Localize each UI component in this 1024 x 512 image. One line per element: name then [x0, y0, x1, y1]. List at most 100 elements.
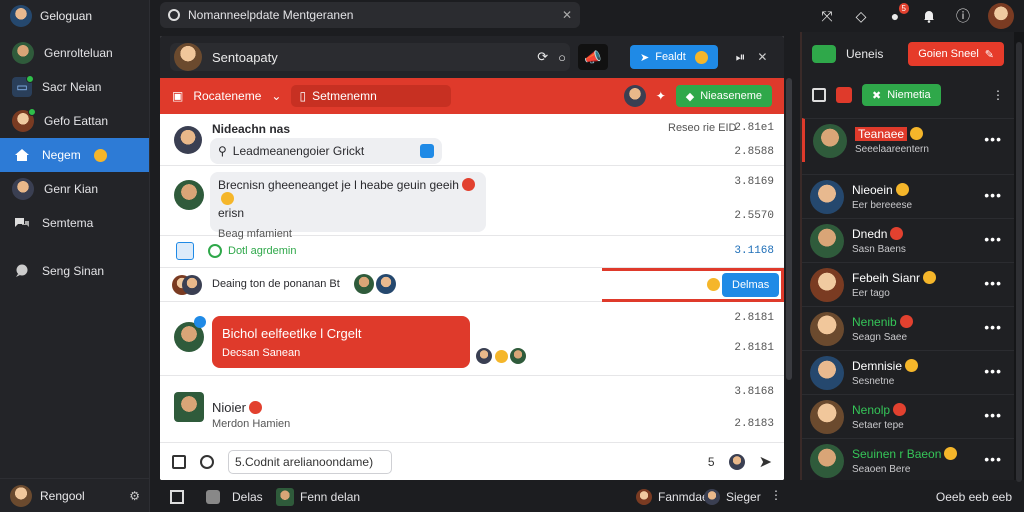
- profile-avatar[interactable]: [10, 484, 32, 507]
- shield-icon[interactable]: ◇: [852, 7, 870, 25]
- contact-item[interactable]: Nieoein Eer bereeese •••: [802, 174, 1014, 218]
- more-icon[interactable]: •••: [984, 363, 1002, 379]
- bottom-item-3[interactable]: Fanmdae: [658, 490, 709, 504]
- contact-item[interactable]: Febeih Sianr Eer tago •••: [802, 262, 1014, 306]
- right-tab[interactable]: ✖ Niemetia: [862, 84, 941, 106]
- bottom-item-2[interactable]: Fenn delan: [300, 490, 360, 504]
- more-icon[interactable]: ⋮: [770, 488, 782, 502]
- more-icon[interactable]: •••: [984, 275, 1002, 291]
- layout-icon[interactable]: [170, 490, 184, 504]
- sidebar-item-3[interactable]: Negem: [0, 138, 149, 172]
- emoji-icon: [461, 178, 475, 191]
- contact-item[interactable]: Nenenib Seagn Saee •••: [802, 306, 1014, 350]
- account-avatar[interactable]: [988, 3, 1014, 29]
- footer-label: Rengool: [40, 488, 85, 503]
- contact-item[interactable]: Dnedn Sasn Baens •••: [802, 218, 1014, 262]
- more-icon[interactable]: •••: [984, 187, 1002, 203]
- contact-avatar: [636, 489, 652, 505]
- chat-scrollbar[interactable]: [786, 78, 792, 380]
- info-circle-icon[interactable]: ⓘ: [954, 7, 972, 25]
- attach-file-icon[interactable]: [172, 454, 186, 469]
- play-pause-icon[interactable]: ⏯: [736, 50, 746, 65]
- sidebar-item-4[interactable]: Genr Kian: [0, 172, 149, 206]
- message-row[interactable]: Nioier Merdon Hamien 3.8168 2.8183: [160, 376, 784, 442]
- contact-item[interactable]: Seuinen r Baeon Seaoen Bere •••: [802, 438, 1014, 482]
- message-bubble: Brecnisn gheeneanget je l heabe geuin ge…: [210, 172, 486, 240]
- sidebar-header[interactable]: Geloguan: [0, 0, 149, 32]
- reaction-avatar: [476, 348, 492, 364]
- more-icon[interactable]: •••: [984, 407, 1002, 423]
- refresh-icon[interactable]: ⟳: [537, 49, 548, 65]
- reply-button[interactable]: Delmas: [722, 273, 780, 297]
- close-chat-icon[interactable]: ✕: [757, 50, 767, 64]
- contact-avatar: [810, 267, 844, 302]
- reply-row[interactable]: Deaing ton de ponanan Bt Delmas: [160, 268, 784, 302]
- right-panel-action-button[interactable]: Goien Sneel ✎: [908, 42, 1004, 66]
- top-bar: Nomanneelpdate Mentgeranen ✕ ⤧ ◇ ● 5 ⓘ: [150, 0, 1024, 32]
- right-scrollbar[interactable]: [1014, 32, 1024, 482]
- image-icon: [276, 488, 294, 506]
- bell-icon[interactable]: [920, 7, 938, 25]
- contact-avatar: [12, 178, 34, 200]
- emoji-icon: [905, 358, 919, 372]
- contact-item[interactable]: Nenolp Setaer tepe •••: [802, 394, 1014, 438]
- more-icon[interactable]: •••: [984, 131, 1002, 147]
- global-search[interactable]: Nomanneelpdate Mentgeranen ✕: [160, 2, 580, 28]
- more-icon[interactable]: ⋮: [992, 88, 1004, 102]
- status-text: Dotl agrdemin: [228, 245, 297, 257]
- primary-action-button[interactable]: ➤ Fealdt: [630, 45, 718, 69]
- mic-icon[interactable]: [728, 453, 745, 470]
- apps-icon[interactable]: [206, 490, 220, 504]
- settings-gear-icon[interactable]: ⚙: [129, 489, 140, 503]
- global-search-text: Nomanneelpdate Mentgeranen: [188, 8, 354, 22]
- sidebar-item-6[interactable]: Seng Sinan: [0, 254, 149, 288]
- emoji-picker-icon[interactable]: [200, 454, 214, 469]
- message-row[interactable]: Brecnisn gheeneanget je l heabe geuin ge…: [160, 166, 784, 240]
- participant-avatar[interactable]: [623, 85, 646, 107]
- info-icon: [168, 9, 180, 21]
- flag-icon[interactable]: [836, 87, 852, 103]
- chat-title-bar[interactable]: Sentoapaty ⟳ ○: [170, 43, 570, 71]
- sidebar-item-2[interactable]: Gefo Eattan: [0, 104, 149, 138]
- sidebar-item-5[interactable]: Semtema: [0, 206, 149, 240]
- message-row[interactable]: Nideachn nas ⚲ Leadmeanengoier Grickt Re…: [160, 114, 784, 166]
- close-icon[interactable]: ✕: [562, 8, 572, 22]
- message-time: 2.8588: [734, 146, 774, 158]
- alert-icon[interactable]: ● 5: [886, 3, 909, 25]
- more-icon[interactable]: •••: [984, 319, 1002, 335]
- message-time: 2.5570: [734, 210, 774, 222]
- bottom-item-4[interactable]: Sieger: [726, 490, 761, 504]
- megaphone-icon[interactable]: 📣: [578, 44, 608, 70]
- contact-item[interactable]: Demnisie Sesnetne •••: [802, 350, 1014, 394]
- sidebar-footer[interactable]: Rengool ⚙: [0, 478, 150, 512]
- banner-button[interactable]: ◆ Nieaseneme: [675, 85, 772, 107]
- home-icon: [12, 145, 32, 165]
- lock-icon: ▯: [299, 89, 307, 103]
- verified-icon: [194, 316, 206, 328]
- more-icon[interactable]: •••: [984, 451, 1002, 467]
- contact-avatar: [12, 42, 34, 64]
- user-avatar[interactable]: [10, 5, 32, 27]
- circle-icon[interactable]: ○: [558, 50, 566, 65]
- chevron-down-icon[interactable]: ⌄: [271, 89, 281, 103]
- message-input[interactable]: 5.Codnit arelianoondame): [228, 449, 392, 474]
- bottom-item-1[interactable]: Delas: [232, 490, 263, 504]
- emoji-icon: [944, 446, 958, 460]
- message-time: 2.8181: [734, 312, 774, 324]
- sidebar-item-1[interactable]: ▭ Sacr Neian: [0, 70, 149, 104]
- expand-icon[interactable]: ⤧: [818, 7, 836, 25]
- bird-icon: ➤: [640, 51, 650, 64]
- more-icon[interactable]: •••: [984, 231, 1002, 247]
- sidebar-item-0[interactable]: Genrolteluan: [0, 36, 149, 70]
- sender-avatar: [174, 180, 204, 210]
- message-row[interactable]: Bichol eelfeetlke l Crgelt Decsan Sanean…: [160, 302, 784, 376]
- contacts-icon[interactable]: [812, 88, 826, 102]
- bookmark-icon[interactable]: ▣: [172, 89, 183, 103]
- banner-pill[interactable]: ▯ Setmenemn: [291, 85, 452, 107]
- right-panel-toolbar: ✖ Niemetia ⋮: [802, 80, 1014, 110]
- speech-icon: [12, 261, 32, 281]
- sparkle-icon[interactable]: ✦: [656, 89, 666, 103]
- send-icon[interactable]: ➤: [759, 452, 772, 472]
- contact-avatar: [810, 443, 844, 478]
- contact-item[interactable]: Teanaee Seeelaareentern •••: [802, 118, 1014, 162]
